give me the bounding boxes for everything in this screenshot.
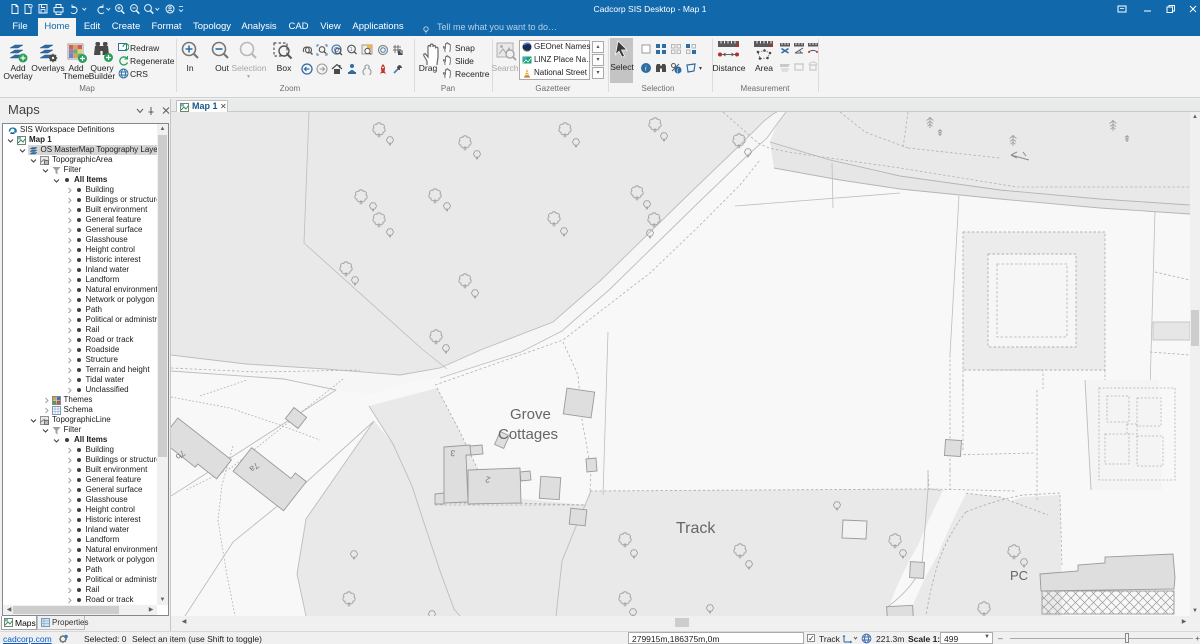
svg-text:Track: Track xyxy=(676,520,716,537)
svg-text:Cottages: Cottages xyxy=(498,426,558,443)
svg-text:Grove: Grove xyxy=(510,406,551,423)
svg-text:1: 1 xyxy=(350,47,353,53)
svg-text:PC: PC xyxy=(1010,568,1028,583)
svg-text:i: i xyxy=(645,65,647,73)
